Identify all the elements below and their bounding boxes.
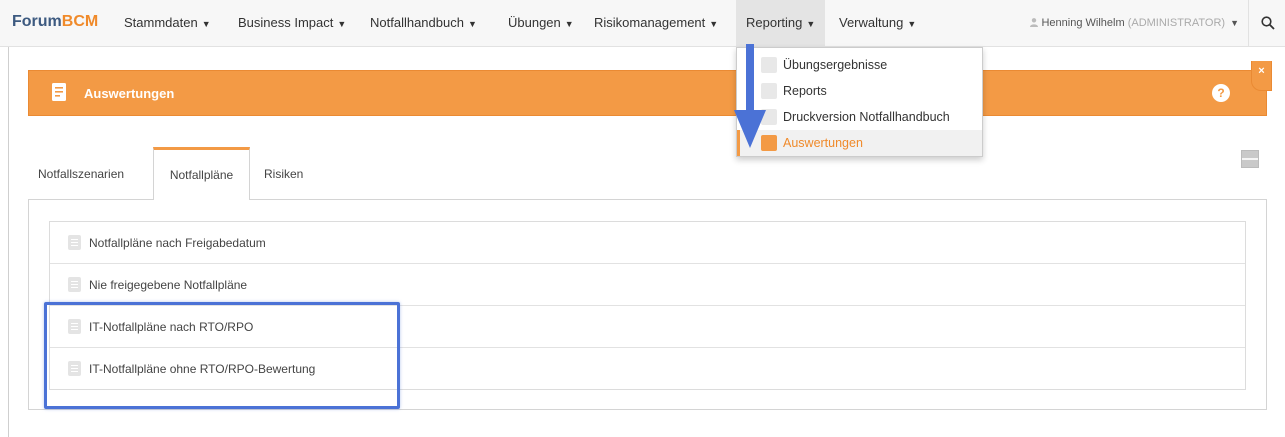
arrow-down-icon — [734, 44, 766, 148]
caret-down-icon: ▼ — [907, 19, 917, 29]
nav-item-notfallhandbuch[interactable]: Notfallhandbuch ▼ — [370, 0, 477, 46]
menu-item-uebungsergebnisse[interactable]: Übungsergebnisse — [737, 52, 982, 78]
document-icon — [68, 277, 81, 292]
nav-item-reporting[interactable]: Reporting ▼ — [736, 0, 826, 46]
user-menu[interactable]: Henning Wilhelm (ADMINISTRATOR) ▼ — [1030, 0, 1239, 46]
nav-item-uebungen[interactable]: Übungen ▼ — [508, 0, 574, 46]
panel-header: Auswertungen — [28, 70, 1267, 116]
tab-notfallszenarien[interactable]: Notfallszenarien — [38, 149, 124, 199]
tab-notfallplaene[interactable]: Notfallpläne — [153, 147, 250, 200]
brand-logo[interactable]: ForumBCM — [12, 13, 98, 31]
caret-down-icon: ▼ — [564, 19, 574, 29]
tab-risiken[interactable]: Risiken — [264, 149, 303, 199]
highlight-annotation — [44, 302, 400, 409]
nav-item-business-impact[interactable]: Business Impact ▼ — [238, 0, 346, 46]
menu-item-druckversion[interactable]: Druckversion Notfallhandbuch — [737, 104, 982, 130]
menu-item-reports[interactable]: Reports — [737, 78, 982, 104]
close-icon[interactable]: × — [1251, 61, 1272, 91]
nav-item-risikomanagement[interactable]: Risikomanagement ▼ — [594, 0, 718, 46]
page-title: Auswertungen — [84, 86, 175, 101]
help-icon[interactable]: ? — [1212, 84, 1230, 102]
caret-down-icon: ▼ — [806, 19, 816, 29]
document-icon — [52, 83, 66, 101]
menu-item-auswertungen[interactable]: Auswertungen — [737, 130, 982, 156]
search-button[interactable] — [1248, 0, 1285, 46]
caret-down-icon: ▼ — [337, 19, 347, 29]
list-item[interactable]: Nie freigegebene Notfallpläne — [50, 264, 1245, 306]
caret-down-icon: ▼ — [1230, 18, 1239, 28]
list-item[interactable]: Notfallpläne nach Freigabedatum — [50, 222, 1245, 264]
nav-item-verwaltung[interactable]: Verwaltung ▼ — [839, 0, 916, 46]
top-navbar: ForumBCM Stammdaten ▼ Business Impact ▼ No… — [0, 0, 1285, 47]
reporting-dropdown-menu: Übungsergebnisse Reports Druckversion No… — [736, 47, 983, 157]
search-icon — [1261, 16, 1275, 30]
nav-item-stammdaten[interactable]: Stammdaten ▼ — [124, 0, 211, 46]
caret-down-icon: ▼ — [709, 19, 719, 29]
caret-down-icon: ▼ — [467, 19, 477, 29]
user-icon — [1030, 18, 1039, 27]
layout-toggle-icon[interactable] — [1241, 150, 1259, 168]
caret-down-icon: ▼ — [201, 19, 211, 29]
document-icon — [68, 235, 81, 250]
